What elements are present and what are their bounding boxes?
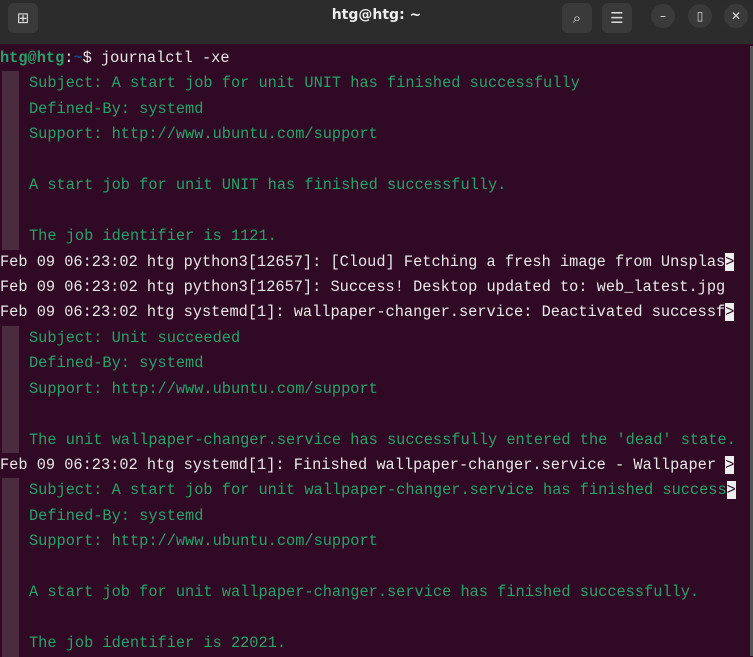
detail-line bbox=[0, 605, 753, 632]
detail-line bbox=[0, 147, 753, 174]
detail-line: Support: http://www.ubuntu.com/support bbox=[0, 529, 753, 556]
truncation-marker: > bbox=[725, 252, 735, 271]
line-text: The job identifier is 22021. bbox=[29, 634, 287, 653]
detail-line: Support: http://www.ubuntu.com/support bbox=[0, 376, 753, 403]
hamburger-icon: ☰ bbox=[610, 9, 624, 27]
line-text: Feb 09 06:23:02 htg python3[12657]: Succ… bbox=[0, 277, 726, 296]
window-title: htg@htg: ~ bbox=[331, 7, 422, 23]
line-text: Subject: Unit succeeded bbox=[29, 328, 241, 347]
search-icon: ⌕ bbox=[572, 9, 582, 27]
line-text: The unit wallpaper-changer.service has s… bbox=[29, 430, 736, 449]
detail-line: A start job for unit wallpaper-changer.s… bbox=[0, 580, 753, 607]
line-text: A start job for unit UNIT has finished s… bbox=[29, 176, 507, 195]
detail-line: A start job for unit UNIT has finished s… bbox=[0, 173, 753, 200]
detail-line: Defined-By: systemd bbox=[0, 503, 753, 530]
prompt-user: htg@htg bbox=[0, 49, 65, 67]
detail-line: Defined-By: systemd bbox=[0, 96, 753, 123]
maximize-icon: ▯ bbox=[696, 9, 704, 23]
close-button[interactable]: ✕ bbox=[724, 4, 748, 28]
minimize-icon: – bbox=[660, 9, 666, 23]
close-icon: ✕ bbox=[730, 9, 742, 23]
search-button[interactable]: ⌕ bbox=[562, 3, 592, 33]
line-text: Subject: A start job for unit UNIT has f… bbox=[29, 74, 580, 93]
prompt-path: ~ bbox=[73, 49, 83, 67]
detail-line bbox=[0, 198, 753, 225]
terminal-output[interactable]: htg@htg:~$ journalctl -xe Subject: A sta… bbox=[0, 46, 753, 657]
detail-line: Defined-By: systemd bbox=[0, 351, 753, 378]
detail-line: The job identifier is 1121. bbox=[0, 224, 753, 250]
log-line: Feb 09 06:23:02 htg python3[12657]: Succ… bbox=[0, 275, 753, 300]
line-text: Feb 09 06:23:02 htg systemd[1]: wallpape… bbox=[0, 303, 726, 322]
line-text: Feb 09 06:23:02 htg systemd[1]: Finished… bbox=[0, 456, 726, 474]
detail-line: Subject: A start job for unit UNIT has f… bbox=[0, 71, 753, 98]
line-text: Subject: A start job for unit wallpaper-… bbox=[29, 481, 727, 500]
log-line: Feb 09 06:23:02 htg python3[12657]: [Clo… bbox=[0, 250, 753, 275]
line-text: Support: http://www.ubuntu.com/support bbox=[29, 379, 378, 398]
line-text: Feb 09 06:23:02 htg python3[12657]: [Clo… bbox=[0, 252, 726, 271]
line-text: Defined-By: systemd bbox=[29, 506, 204, 525]
title-bar: ⊞ htg@htg: ~ ⌕ ☰ – ▯ ✕ bbox=[0, 0, 753, 44]
menu-button[interactable]: ☰ bbox=[602, 3, 632, 33]
minimize-button[interactable]: – bbox=[651, 4, 675, 28]
truncation-marker: > bbox=[725, 303, 735, 322]
line-text: A start job for unit wallpaper-changer.s… bbox=[29, 583, 700, 602]
detail-line: The job identifier is 22021. bbox=[0, 631, 753, 657]
prompt-dollar: $ bbox=[82, 49, 101, 67]
detail-line bbox=[0, 402, 753, 429]
line-text: Defined-By: systemd bbox=[29, 354, 204, 373]
detail-line: The unit wallpaper-changer.service has s… bbox=[0, 427, 753, 454]
line-text: Support: http://www.ubuntu.com/support bbox=[29, 125, 378, 144]
line-text: Support: http://www.ubuntu.com/support bbox=[29, 532, 378, 551]
log-line: Feb 09 06:23:02 htg systemd[1]: wallpape… bbox=[0, 300, 753, 325]
prompt-command: journalctl -xe bbox=[101, 49, 230, 67]
detail-line: Support: http://www.ubuntu.com/support bbox=[0, 122, 753, 149]
detail-line: Subject: A start job for unit wallpaper-… bbox=[0, 478, 753, 505]
prompt-line: htg@htg:~$ journalctl -xe bbox=[0, 46, 753, 71]
truncation-marker: > bbox=[726, 481, 736, 500]
maximize-button[interactable]: ▯ bbox=[688, 4, 712, 28]
line-text: The job identifier is 1121. bbox=[29, 227, 277, 246]
log-line: Feb 09 06:23:02 htg systemd[1]: Finished… bbox=[0, 453, 753, 478]
line-text: Defined-By: systemd bbox=[29, 99, 204, 118]
detail-line: Subject: Unit succeeded bbox=[0, 325, 753, 352]
truncation-marker: > bbox=[725, 456, 735, 474]
detail-line bbox=[0, 554, 753, 581]
